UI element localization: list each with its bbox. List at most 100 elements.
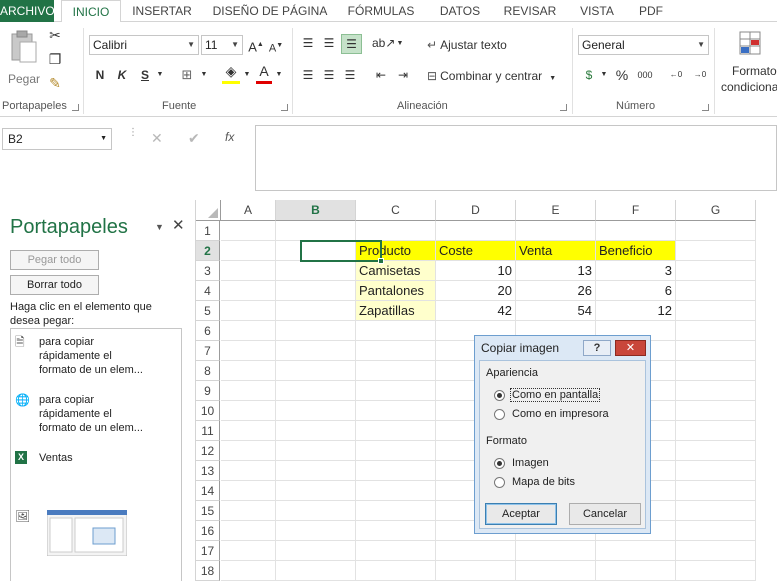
cell-a11[interactable] <box>221 421 276 441</box>
tab-inicio[interactable]: INICIO <box>61 0 121 23</box>
clip-item[interactable]: 🗎 para copiar rápidamente el formato de … <box>15 335 165 377</box>
decrease-font-icon[interactable]: A▼ <box>268 37 284 58</box>
clipboard-launcher-icon[interactable] <box>72 104 79 111</box>
decrease-decimal-icon[interactable]: →0 <box>690 66 710 84</box>
cell-a16[interactable] <box>221 521 276 541</box>
cell-c10[interactable] <box>356 401 436 421</box>
cell-d17[interactable] <box>436 541 516 561</box>
column-header-b[interactable]: B <box>276 200 356 221</box>
insert-function-icon[interactable]: fx <box>225 130 234 144</box>
radio-mapa-de-bits[interactable]: Mapa de bits <box>494 475 594 491</box>
select-all-corner[interactable] <box>196 200 221 221</box>
cell-c4[interactable]: Pantalones <box>356 281 436 301</box>
cell-c11[interactable] <box>356 421 436 441</box>
row-header-6[interactable]: 6 <box>196 321 220 341</box>
cut-icon[interactable]: ✂ <box>46 26 64 44</box>
fill-color-icon[interactable]: ◈ <box>222 62 240 84</box>
paste-button[interactable]: Pegar <box>6 30 40 88</box>
cancel-button[interactable]: Cancelar <box>569 503 641 525</box>
align-center-icon[interactable]: ☰ <box>320 66 338 84</box>
cell-g11[interactable] <box>676 421 756 441</box>
chevron-down-icon[interactable]: ▼ <box>155 66 165 84</box>
cell-a14[interactable] <box>221 481 276 501</box>
cell-a12[interactable] <box>221 441 276 461</box>
cell-d1[interactable] <box>436 221 516 241</box>
chevron-down-icon[interactable]: ▼ <box>199 66 209 84</box>
row-header-2[interactable]: 2 <box>196 241 220 261</box>
cell-b5[interactable] <box>276 301 356 321</box>
accounting-format-icon[interactable]: $ <box>580 66 598 84</box>
cell-c5[interactable]: Zapatillas <box>356 301 436 321</box>
row-header-7[interactable]: 7 <box>196 341 220 361</box>
row-header-8[interactable]: 8 <box>196 361 220 381</box>
cell-c16[interactable] <box>356 521 436 541</box>
thousands-separator-icon[interactable]: 000 <box>634 66 656 84</box>
cell-b10[interactable] <box>276 401 356 421</box>
cell-c1[interactable] <box>356 221 436 241</box>
increase-font-icon[interactable]: A▲ <box>248 36 264 56</box>
cell-f4[interactable]: 6 <box>596 281 676 301</box>
cell-g12[interactable] <box>676 441 756 461</box>
cell-c12[interactable] <box>356 441 436 461</box>
cell-a4[interactable] <box>221 281 276 301</box>
formula-input[interactable] <box>255 125 777 191</box>
tab-formulas[interactable]: FÓRMULAS <box>341 0 421 22</box>
row-header-3[interactable]: 3 <box>196 261 220 281</box>
cell-b3[interactable] <box>276 261 356 281</box>
cell-g2[interactable] <box>676 241 756 261</box>
bold-button[interactable]: N <box>92 66 108 84</box>
column-header-a[interactable]: A <box>221 200 276 221</box>
cell-a13[interactable] <box>221 461 276 481</box>
cell-g13[interactable] <box>676 461 756 481</box>
cell-g4[interactable] <box>676 281 756 301</box>
cell-a7[interactable] <box>221 341 276 361</box>
tab-vista[interactable]: VISTA <box>572 0 622 22</box>
cell-b7[interactable] <box>276 341 356 361</box>
copy-icon[interactable]: ❐ <box>46 50 64 68</box>
cell-f1[interactable] <box>596 221 676 241</box>
tab-revisar[interactable]: REVISAR <box>498 0 562 22</box>
conditional-format-button[interactable]: Formato condiciona <box>720 30 777 100</box>
row-header-18[interactable]: 18 <box>196 561 220 581</box>
cell-f2[interactable]: Beneficio <box>596 241 676 261</box>
column-header-d[interactable]: D <box>436 200 516 221</box>
cell-d5[interactable]: 42 <box>436 301 516 321</box>
row-header-16[interactable]: 16 <box>196 521 220 541</box>
cell-g16[interactable] <box>676 521 756 541</box>
cell-a15[interactable] <box>221 501 276 521</box>
percent-icon[interactable]: % <box>614 66 630 84</box>
cell-b14[interactable] <box>276 481 356 501</box>
cell-c14[interactable] <box>356 481 436 501</box>
cell-a10[interactable] <box>221 401 276 421</box>
row-header-1[interactable]: 1 <box>196 221 220 241</box>
formula-bar-grip[interactable]: ⋮ <box>128 128 138 146</box>
chevron-down-icon[interactable]: ▼ <box>600 66 608 84</box>
number-launcher-icon[interactable] <box>702 104 709 111</box>
column-header-g[interactable]: G <box>676 200 756 221</box>
decrease-indent-icon[interactable]: ⇤ <box>372 66 390 84</box>
wrap-text-button[interactable]: ↵ Ajustar texto <box>427 38 507 52</box>
row-header-11[interactable]: 11 <box>196 421 220 441</box>
cell-c3[interactable]: Camisetas <box>356 261 436 281</box>
cell-e5[interactable]: 54 <box>516 301 596 321</box>
column-header-c[interactable]: C <box>356 200 436 221</box>
pane-options-icon[interactable]: ▼ <box>155 222 164 232</box>
cell-e3[interactable]: 13 <box>516 261 596 281</box>
cell-e17[interactable] <box>516 541 596 561</box>
cell-a8[interactable] <box>221 361 276 381</box>
row-header-12[interactable]: 12 <box>196 441 220 461</box>
clip-item[interactable]: 🖼 <box>15 509 165 559</box>
chevron-down-icon[interactable]: ▼ <box>396 35 404 53</box>
cell-d4[interactable]: 20 <box>436 281 516 301</box>
cell-b13[interactable] <box>276 461 356 481</box>
cell-c15[interactable] <box>356 501 436 521</box>
radio-como-en-impresora[interactable]: Como en impresora <box>494 407 624 423</box>
cell-g5[interactable] <box>676 301 756 321</box>
cell-b15[interactable] <box>276 501 356 521</box>
cell-b16[interactable] <box>276 521 356 541</box>
cell-g6[interactable] <box>676 321 756 341</box>
font-name-select[interactable]: Calibri ▼ <box>89 35 199 55</box>
cell-g3[interactable] <box>676 261 756 281</box>
cell-a5[interactable] <box>221 301 276 321</box>
align-left-icon[interactable]: ☰ <box>299 66 317 84</box>
